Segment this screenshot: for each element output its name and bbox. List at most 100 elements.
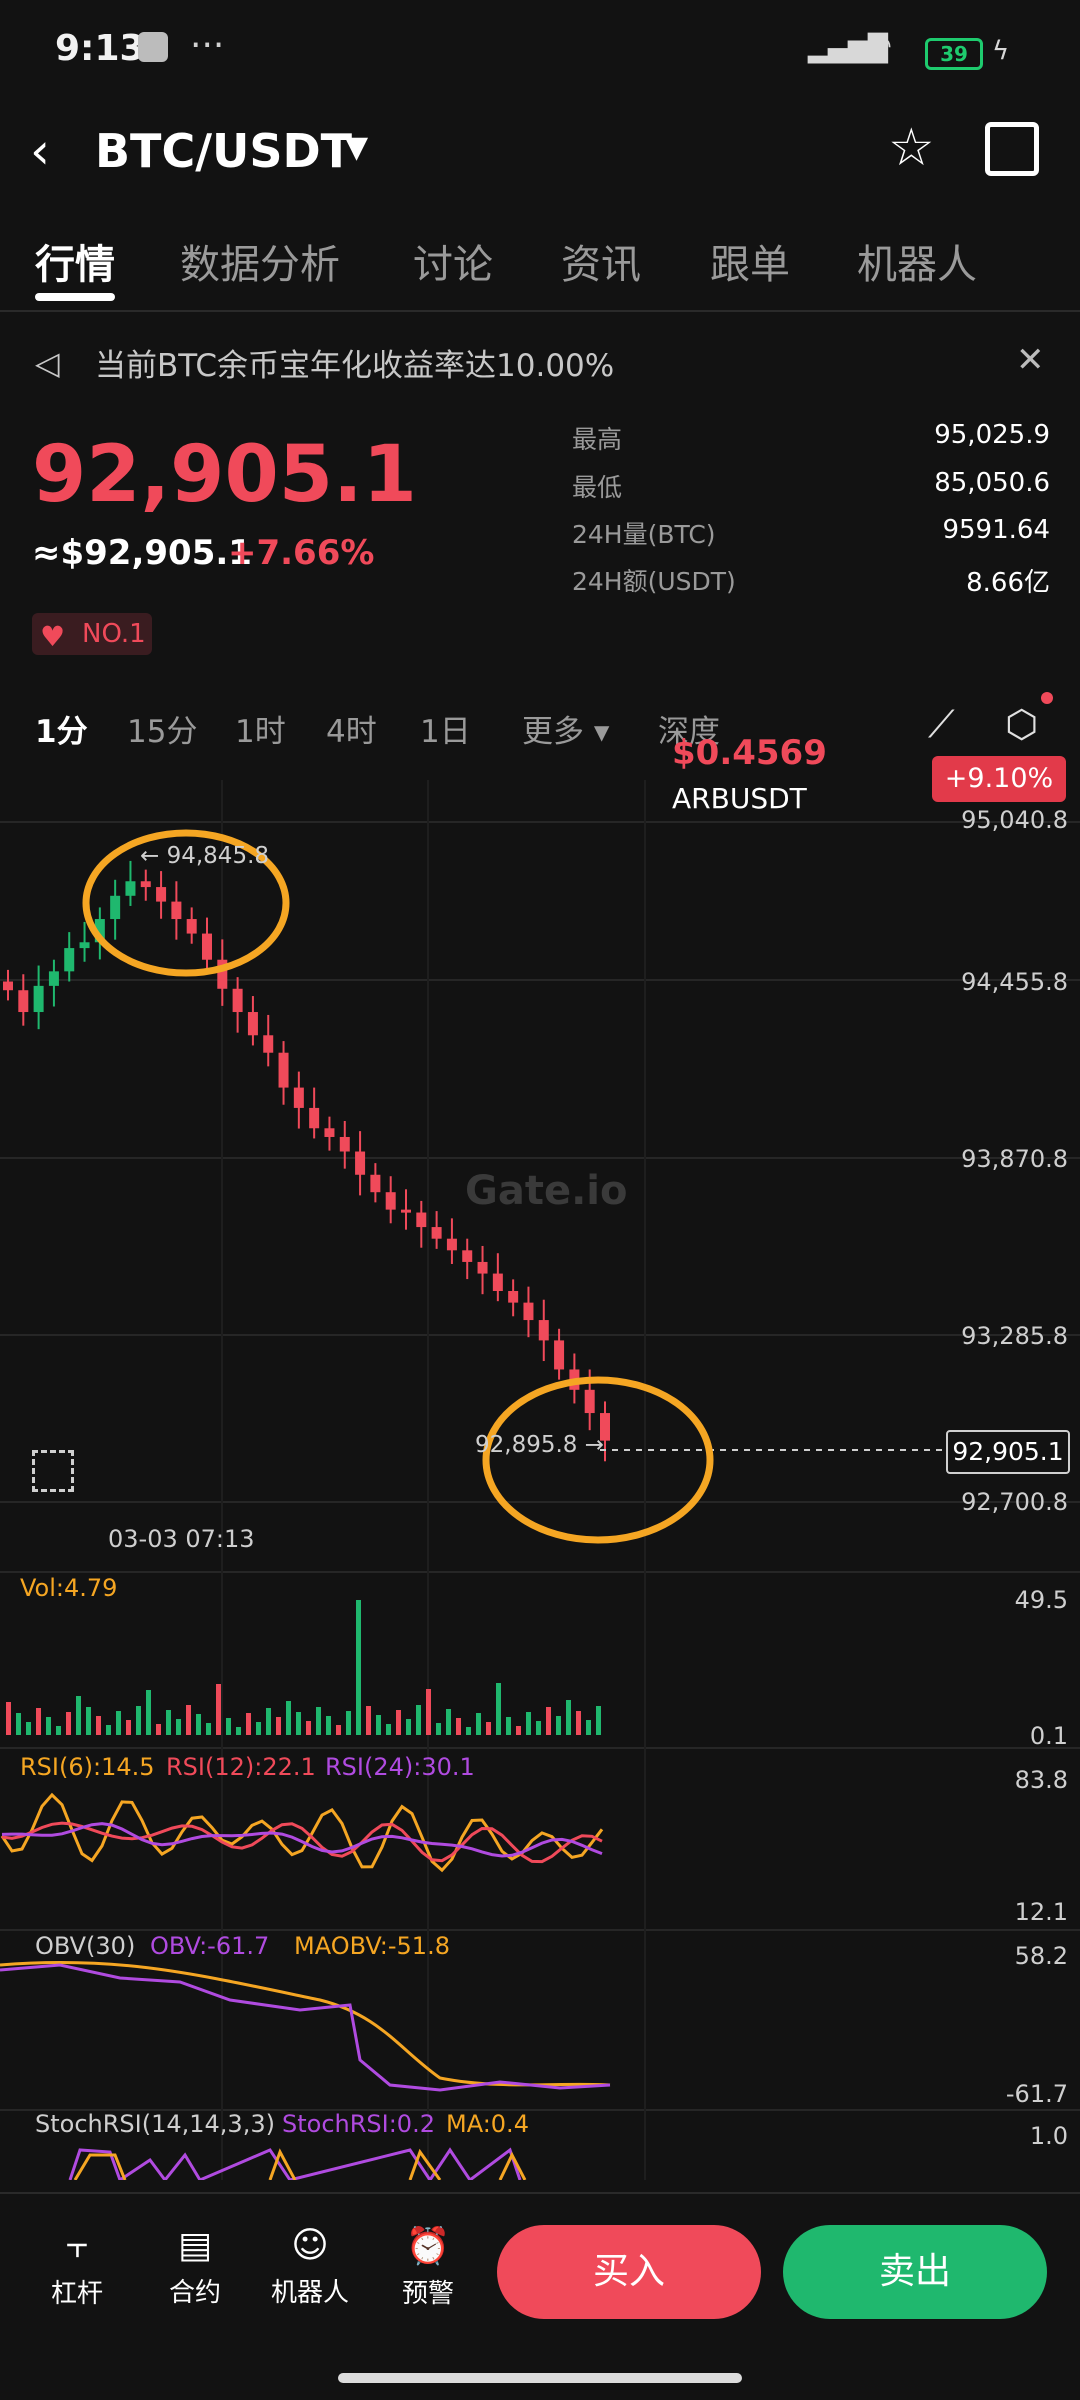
- candle-body: [3, 981, 13, 991]
- buy-button[interactable]: 买入: [497, 2225, 761, 2319]
- axis-tick: 92,700.8: [961, 1488, 1068, 1516]
- indicator-icon[interactable]: ⟋: [928, 702, 955, 747]
- share-icon[interactable]: [985, 122, 1039, 176]
- home-indicator[interactable]: [338, 2373, 742, 2383]
- stat-value-high: 95,025.9: [934, 420, 1050, 450]
- candle-body: [156, 887, 167, 902]
- rsi-axis-min: 12.1: [1014, 1898, 1068, 1926]
- candle-body: [247, 1012, 258, 1036]
- tab-bots[interactable]: 机器人: [857, 232, 977, 290]
- stat-value-turnover: 8.66亿: [966, 568, 1050, 598]
- sell-button[interactable]: 卖出: [783, 2225, 1047, 2319]
- contract-icon: ▤: [177, 2225, 212, 2266]
- candle-body: [416, 1212, 427, 1228]
- interval-more[interactable]: 更多 ▾: [522, 706, 609, 751]
- stat-label-high: 最高: [572, 425, 623, 454]
- nav-alert[interactable]: ⏰ 预警: [383, 2225, 473, 2310]
- interval-1h[interactable]: 1时: [235, 706, 286, 751]
- wrench-icon: [138, 32, 168, 62]
- volume-label: Vol:4.79: [20, 1574, 118, 1602]
- star-icon[interactable]: ☆: [888, 118, 935, 178]
- tab-news[interactable]: 资讯: [561, 232, 641, 290]
- candle-body: [64, 948, 75, 972]
- volume-bar: [16, 1713, 21, 1735]
- interval-1d[interactable]: 1日: [420, 706, 471, 751]
- candle-body: [125, 881, 136, 896]
- volume-bar: [36, 1708, 41, 1735]
- nav-robot[interactable]: ☺ 机器人: [265, 2225, 355, 2309]
- volume-bar: [536, 1721, 541, 1735]
- volume-bar: [486, 1722, 491, 1735]
- alert-icon: ⏰: [405, 2226, 451, 2267]
- candle-body: [508, 1291, 519, 1303]
- back-button[interactable]: ‹: [30, 122, 50, 180]
- candle-body: [48, 971, 59, 986]
- low-marker-value: 92,895.8: [475, 1432, 578, 1458]
- volume-bar: [366, 1706, 371, 1735]
- volume-bar: [356, 1600, 361, 1735]
- close-icon[interactable]: ✕: [1016, 340, 1045, 380]
- chevron-down-icon[interactable]: ▼: [345, 130, 368, 165]
- rsi6-label: RSI(6):14.5: [20, 1753, 155, 1781]
- nav-leverage[interactable]: ⫟ 杠杆: [32, 2225, 122, 2310]
- speaker-icon: ◁: [35, 344, 60, 382]
- candle-body: [186, 919, 197, 934]
- volume-bar: [526, 1712, 531, 1735]
- candle-body: [140, 881, 151, 888]
- volume-bar: [106, 1725, 111, 1735]
- volume-bar: [266, 1708, 271, 1735]
- candle-body: [385, 1192, 396, 1210]
- notice-text[interactable]: 当前BTC余币宝年化收益率达10.00%: [95, 340, 614, 385]
- settings-icon[interactable]: ⬡: [1005, 702, 1038, 746]
- expand-icon[interactable]: [32, 1450, 74, 1492]
- volume-bar: [316, 1707, 321, 1735]
- candle-body: [477, 1261, 488, 1274]
- tab-data-analysis[interactable]: 数据分析: [180, 232, 340, 290]
- interval-4h[interactable]: 4时: [326, 706, 377, 751]
- candle-body: [431, 1227, 442, 1239]
- volume-bar: [506, 1717, 511, 1735]
- price-approx: ≈$92,905.1: [32, 533, 252, 573]
- candle-body: [110, 895, 121, 920]
- volume-bar: [436, 1723, 441, 1735]
- tab-market[interactable]: 行情: [35, 232, 115, 290]
- tab-copy-trade[interactable]: 跟单: [710, 232, 790, 290]
- rsi6-line: [0, 1792, 604, 1873]
- status-time: 9:13: [55, 28, 145, 69]
- rsi-axis-max: 83.8: [1014, 1766, 1068, 1794]
- tab-discussion[interactable]: 讨论: [413, 232, 493, 290]
- volume-bar: [576, 1711, 581, 1735]
- nav-alert-label: 预警: [401, 2279, 454, 2309]
- candle-body: [324, 1128, 335, 1137]
- pair-selector[interactable]: BTC/USDT: [95, 124, 352, 178]
- volume-bar: [146, 1690, 151, 1735]
- candle-body: [232, 988, 243, 1013]
- nav-contract[interactable]: ▤ 合约: [150, 2225, 240, 2309]
- volume-bar: [516, 1726, 521, 1735]
- high-marker-value: 94,845.8: [166, 843, 270, 869]
- notification-dot: [1041, 692, 1053, 704]
- candle-body: [293, 1087, 304, 1108]
- interval-1m[interactable]: 1分: [35, 706, 88, 751]
- volume-bar: [26, 1722, 31, 1735]
- volume-bar: [6, 1702, 11, 1735]
- volume-bar: [276, 1717, 281, 1735]
- rsi12-label: RSI(12):22.1: [166, 1753, 316, 1781]
- active-tab-indicator: [35, 293, 115, 301]
- price-chart[interactable]: [0, 760, 1080, 2180]
- wifi-icon: ◠: [866, 28, 893, 63]
- candle-body: [462, 1250, 473, 1262]
- volume-bar: [196, 1714, 201, 1735]
- obv-label: OBV(30): [35, 1932, 136, 1960]
- volume-bar: [596, 1706, 601, 1735]
- chart-date: 03-03 07:13: [108, 1525, 255, 1553]
- volume-bar: [456, 1718, 461, 1735]
- candle-body: [523, 1302, 534, 1321]
- volume-bar: [156, 1724, 161, 1735]
- volume-bar: [466, 1727, 471, 1735]
- interval-15m[interactable]: 15分: [127, 706, 197, 751]
- divider: [0, 2192, 1080, 2194]
- candle-body: [446, 1238, 457, 1251]
- volume-bar: [226, 1718, 231, 1735]
- volume-bar: [306, 1721, 311, 1735]
